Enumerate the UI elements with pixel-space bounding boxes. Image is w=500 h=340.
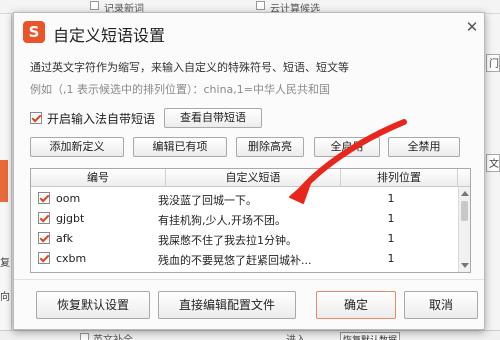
bg-option-label: 英文补全 [93, 331, 133, 340]
column-header-phrase[interactable]: 自定义短语 [166, 169, 341, 187]
row-phrase: 我屎憋不住了我去拉1分钟。 [158, 234, 297, 247]
row-position: 1 [387, 252, 395, 265]
phrase-list[interactable]: 编号 自定义短语 排列位置 oom 我没蓝了回城一下。 1 gjgbt 有挂机狗… [30, 168, 471, 273]
row-checkbox[interactable] [38, 212, 50, 224]
background-accent-bar [0, 160, 8, 202]
row-checkbox[interactable] [38, 232, 50, 244]
list-item[interactable]: afk 我屎憋不住了我去拉1分钟。 1 [31, 229, 458, 248]
cancel-button[interactable]: 取消 [404, 291, 478, 319]
scroll-thumb[interactable] [461, 201, 468, 221]
bg-side-text: 复 [0, 258, 10, 269]
enable-all-button[interactable]: 全启用 [314, 137, 380, 157]
row-phrase: 我没蓝了回城一下。 [158, 194, 257, 207]
column-header-abbr[interactable]: 编号 [31, 169, 166, 187]
row-checkbox[interactable] [38, 252, 50, 264]
edit-item-button[interactable]: 编辑已有项 [133, 137, 227, 157]
background-bottom-row [0, 330, 500, 340]
row-position: 1 [387, 192, 395, 205]
enable-builtin-label: 开启输入法自带短语 [47, 111, 156, 126]
footer-divider [14, 279, 484, 280]
dialog-description: 通过英文字符作为缩写，来输入自定义的特殊符号、短语、短文等 [30, 61, 349, 74]
dialog-example: 例如（,1 表示候选中的排列位置）：china,1=中华人民共和国 [30, 83, 330, 96]
restore-defaults-button[interactable]: 恢复默认设置 [36, 291, 150, 319]
scroll-up-icon[interactable] [461, 191, 469, 196]
list-header: 编号 自定义短语 排列位置 [31, 169, 470, 187]
row-position: 1 [387, 232, 395, 245]
row-checkbox[interactable] [38, 192, 50, 204]
list-item[interactable]: oom 我没蓝了回城一下。 1 [31, 189, 458, 208]
row-abbr: oom [56, 192, 81, 205]
row-phrase: 有挂机狗,少人,开场不团。 [158, 214, 286, 227]
delete-highlighted-button[interactable]: 删除高亮 [236, 137, 304, 157]
custom-phrase-dialog: S 自定义短语设置 ✕ 通过英文字符作为缩写，来输入自定义的特殊符号、短语、短文… [13, 12, 485, 330]
view-builtin-button[interactable]: 查看自带短语 [164, 108, 262, 128]
dialog-title: 自定义短语设置 [53, 26, 166, 45]
row-abbr: gjgbt [56, 212, 85, 225]
edit-config-file-button[interactable]: 直接编辑配置文件 [158, 291, 296, 319]
bg-checkbox[interactable] [256, 1, 265, 10]
list-item[interactable]: cxbm 残血的不要晃悠了赶紧回城补... 1 [31, 249, 458, 268]
disable-all-button[interactable]: 全禁用 [388, 137, 460, 157]
list-item[interactable]: gjgbt 有挂机狗,少人,开场不团。 1 [31, 209, 458, 228]
bg-checkbox[interactable] [80, 333, 89, 340]
enable-builtin-checkbox[interactable] [30, 112, 42, 124]
sogou-logo-icon: S [23, 21, 45, 43]
bg-checkbox[interactable] [90, 1, 99, 10]
bg-restore-data-button[interactable]: 恢复默认数据 [340, 332, 401, 340]
row-abbr: cxbm [56, 252, 87, 265]
row-phrase: 残血的不要晃悠了赶紧回城补... [158, 254, 312, 267]
dialog-titlebar: S 自定义短语设置 ✕ [14, 13, 484, 53]
bg-side-text: 向 [0, 292, 10, 303]
bg-right-field[interactable]: 文 [486, 154, 500, 172]
add-definition-button[interactable]: 添加新定义 [30, 137, 124, 157]
ok-button[interactable]: 确定 [316, 291, 396, 319]
scroll-down-icon[interactable] [461, 263, 469, 268]
close-icon[interactable]: ✕ [465, 20, 479, 35]
row-abbr: afk [56, 232, 73, 245]
bg-right-field[interactable]: 门 [486, 54, 500, 72]
list-scrollbar[interactable] [458, 187, 470, 272]
row-position: 1 [387, 212, 395, 225]
bg-option-label: 进入 [286, 331, 306, 340]
column-header-position[interactable]: 排列位置 [341, 169, 458, 187]
enable-builtin-row[interactable]: 开启输入法自带短语 [30, 110, 155, 126]
